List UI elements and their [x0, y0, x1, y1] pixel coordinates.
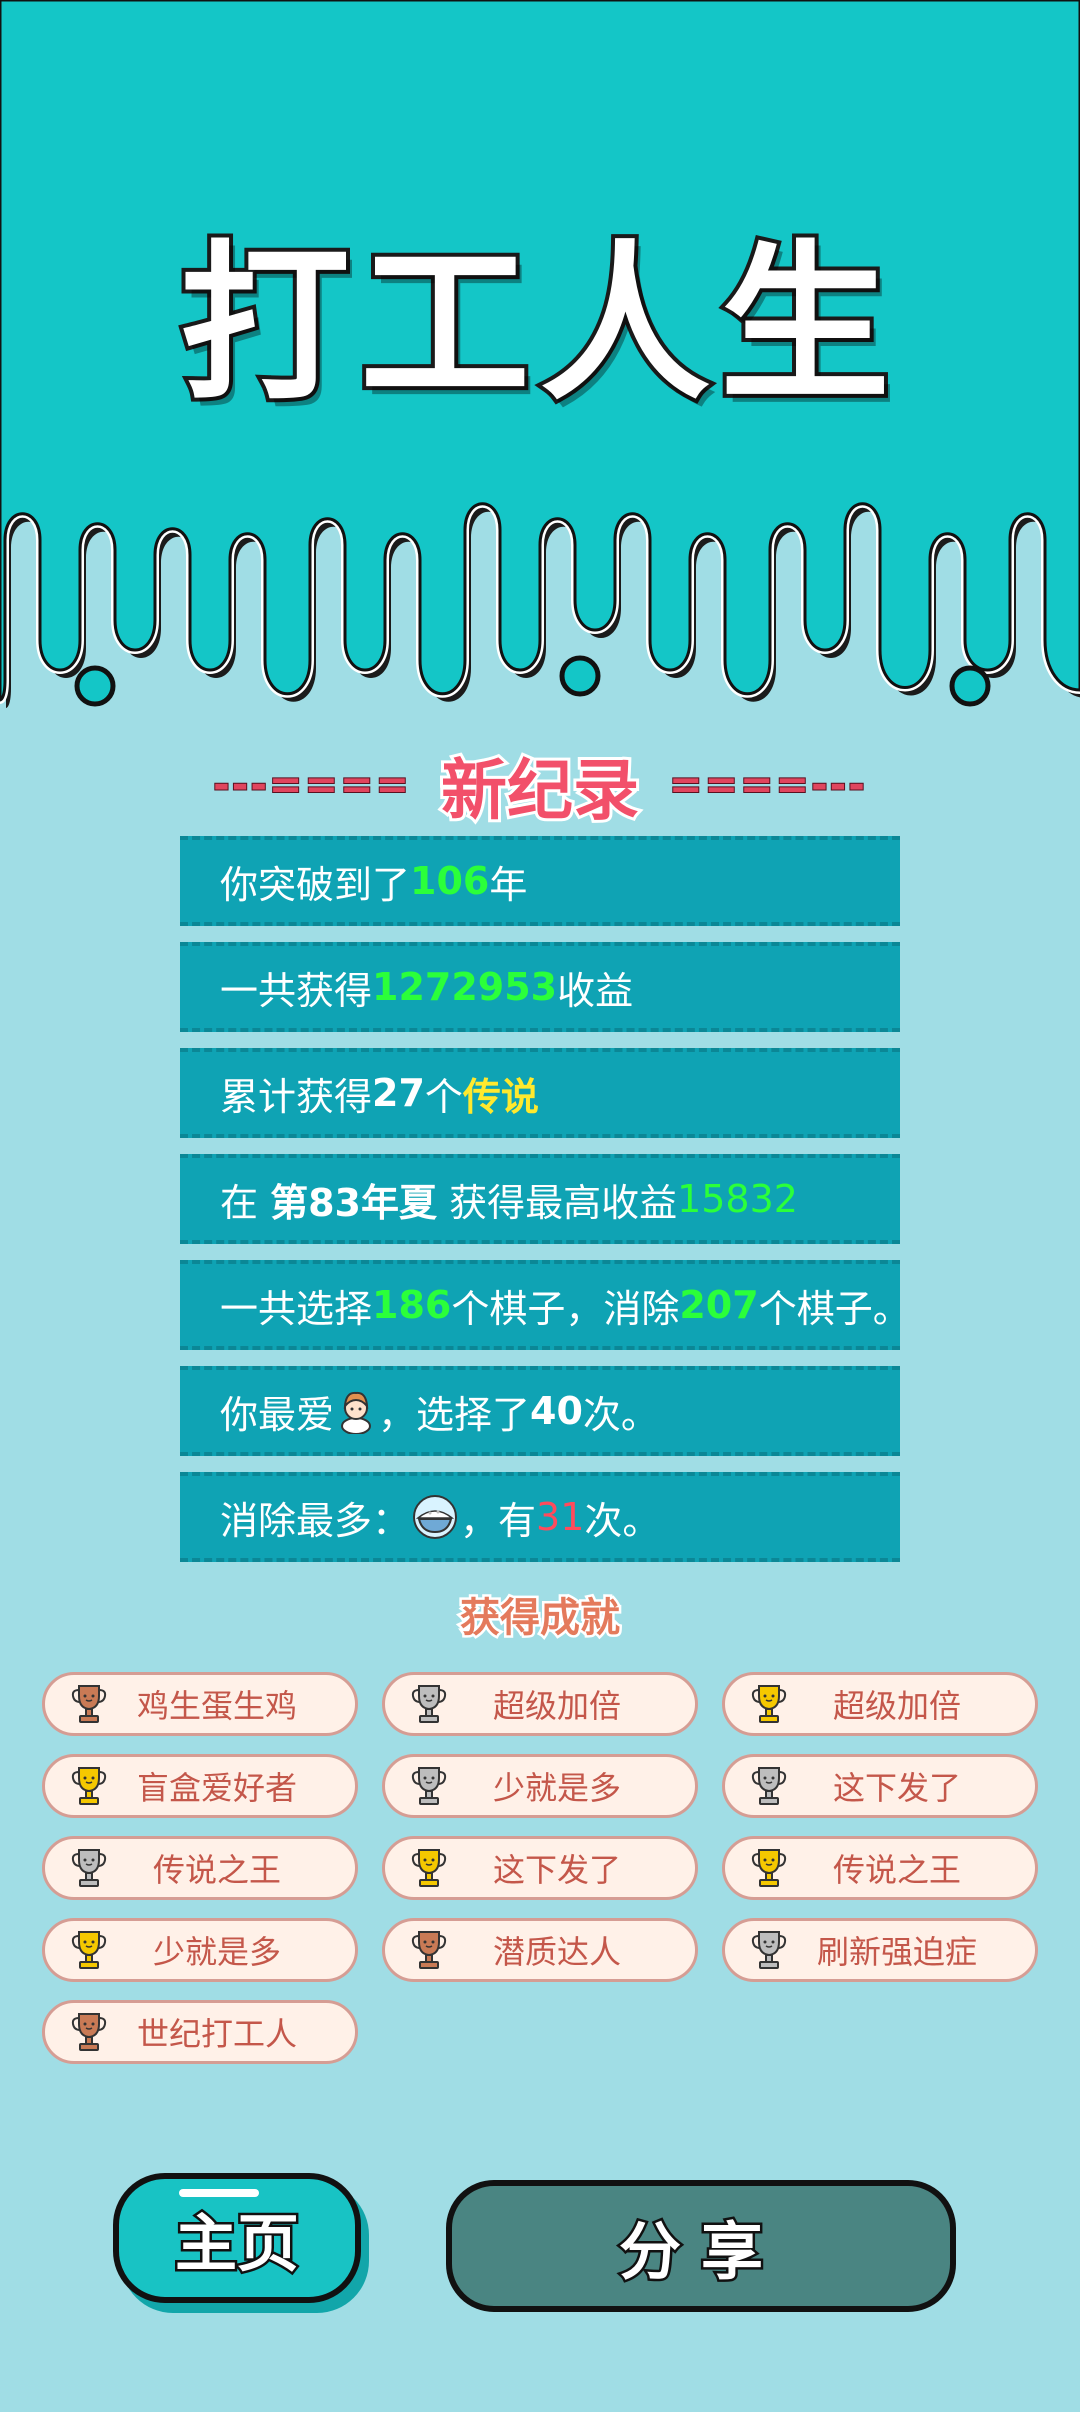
new-record-heading: ---==== 新纪录 ====--- [0, 745, 1080, 832]
header-banner: 打工人生 [0, 0, 1080, 760]
achievement-badge: 传说之王 [42, 1836, 358, 1900]
stat-text: 个 [424, 1074, 463, 1119]
stat-text: 你最爱 [220, 1392, 335, 1437]
stat-row-pieces: 一共选择 186 个棋子，消除 207 个棋子。 [180, 1260, 911, 1350]
stat-text: 个棋子，消除 [451, 1286, 680, 1331]
stat-text: 年 [489, 862, 528, 907]
stat-row-best-income: 在 第83年夏 获得最高收益 15832 [180, 1154, 900, 1244]
stat-text: 获得最高收益 [436, 1180, 678, 1225]
trophy-icon [411, 1685, 447, 1723]
years-value: 106 [410, 859, 490, 903]
most-removed-times-value: 31 [536, 1495, 585, 1539]
best-income-value: 15832 [677, 1177, 798, 1221]
stat-text: 累计获得 [220, 1074, 373, 1119]
stat-text: 个棋子。 [758, 1286, 911, 1331]
achievement-label: 鸡生蛋生鸡 [136, 1687, 297, 1725]
trophy-icon [71, 2013, 107, 2051]
stat-row-years: 你突破到了 106 年 [180, 836, 900, 926]
favorite-times-value: 40 [530, 1389, 583, 1433]
stat-text: 消除最多： [220, 1498, 411, 1543]
achievement-badge: 超级加倍 [382, 1672, 698, 1736]
achievements-title: 获得成就 [458, 1593, 623, 1644]
home-button-label: 主页 [172, 2205, 301, 2283]
stat-text: 在 [220, 1180, 271, 1225]
removed-count-value: 207 [679, 1283, 759, 1327]
record-deco-right: ====--- [668, 761, 867, 809]
achievement-badge: 盲盒爱好者 [42, 1754, 358, 1818]
trophy-icon [71, 1685, 107, 1723]
share-button-label: 分享 [616, 2213, 783, 2291]
achievement-badge: 这下发了 [382, 1836, 698, 1900]
stat-text: 次。 [582, 1392, 659, 1437]
trophy-icon [751, 1767, 787, 1805]
stat-text: ，选择了 [378, 1392, 531, 1437]
trophy-icon [751, 1685, 787, 1723]
rice-bowl-icon [413, 1495, 458, 1539]
achievement-label: 传说之王 [152, 1851, 281, 1889]
achievement-label: 超级加倍 [832, 1687, 961, 1725]
stat-row-favorite: 你最爱 ，选择了 40 次。 [180, 1366, 900, 1456]
achievement-badge: 潜质达人 [382, 1918, 698, 1982]
trophy-icon [751, 1931, 787, 1969]
stat-row-most-removed: 消除最多： ，有 31 次。 [180, 1472, 900, 1562]
legend-label: 传说 [462, 1074, 539, 1119]
achievement-label: 盲盒爱好者 [136, 1769, 297, 1807]
achievement-badge: 刷新强迫症 [722, 1918, 1038, 1982]
record-title: 新纪录 [438, 749, 642, 832]
button-shine [179, 2189, 259, 2197]
achievement-badge: 超级加倍 [722, 1672, 1038, 1736]
trophy-icon [71, 1931, 107, 1969]
achievement-label: 这下发了 [492, 1851, 621, 1889]
stat-text: 一共获得 [220, 968, 373, 1013]
achievement-badge: 世纪打工人 [42, 2000, 358, 2064]
stat-text: 次。 [584, 1498, 661, 1543]
achievement-label: 传说之王 [832, 1851, 961, 1889]
stat-text: 一共选择 [220, 1286, 373, 1331]
income-value: 1272953 [372, 965, 558, 1009]
trophy-icon [71, 1849, 107, 1887]
home-button[interactable]: 主页 [113, 2173, 361, 2303]
stat-text: 收益 [557, 968, 634, 1013]
game-title: 打工人生 [176, 226, 900, 424]
trophy-icon [411, 1767, 447, 1805]
stat-text: ，有 [460, 1498, 537, 1543]
record-deco-left: ---==== [212, 761, 411, 809]
character-icon [341, 1391, 372, 1434]
legend-count-value: 27 [372, 1071, 425, 1115]
achievement-label: 少就是多 [492, 1769, 621, 1807]
achievement-label: 刷新强迫症 [816, 1933, 977, 1971]
achievement-badge: 这下发了 [722, 1754, 1038, 1818]
stat-row-income: 一共获得 1272953 收益 [180, 942, 900, 1032]
season-value: 第83年夏 [270, 1180, 437, 1225]
trophy-icon [411, 1849, 447, 1887]
trophy-icon [411, 1931, 447, 1969]
chosen-count-value: 186 [372, 1283, 452, 1327]
trophy-icon [71, 1767, 107, 1805]
achievement-label: 潜质达人 [492, 1933, 621, 1971]
stats-panel: 你突破到了 106 年 一共获得 1272953 收益 累计获得 27 个传说 在 第83年… [180, 836, 911, 1578]
stat-text: 你突破到了 [220, 862, 411, 907]
achievement-badge: 鸡生蛋生鸡 [42, 1672, 358, 1736]
achievement-label: 世纪打工人 [136, 2015, 297, 2053]
achievement-label: 少就是多 [152, 1933, 281, 1971]
stat-row-legend: 累计获得 27 个传说 [180, 1048, 900, 1138]
achievements-grid: 鸡生蛋生鸡 超级加倍 超级加倍 盲盒爱好者 少就是多 这下发了 传说之王 这下发了 传说之王 少就… [42, 1672, 1038, 2064]
achievement-badge: 少就是多 [382, 1754, 698, 1818]
achievement-label: 超级加倍 [492, 1687, 621, 1725]
achievement-badge: 传说之王 [722, 1836, 1038, 1900]
trophy-icon [751, 1849, 787, 1887]
share-button[interactable]: 分享 [446, 2180, 956, 2312]
achievement-label: 这下发了 [832, 1769, 961, 1807]
achievement-badge: 少就是多 [42, 1918, 358, 1982]
